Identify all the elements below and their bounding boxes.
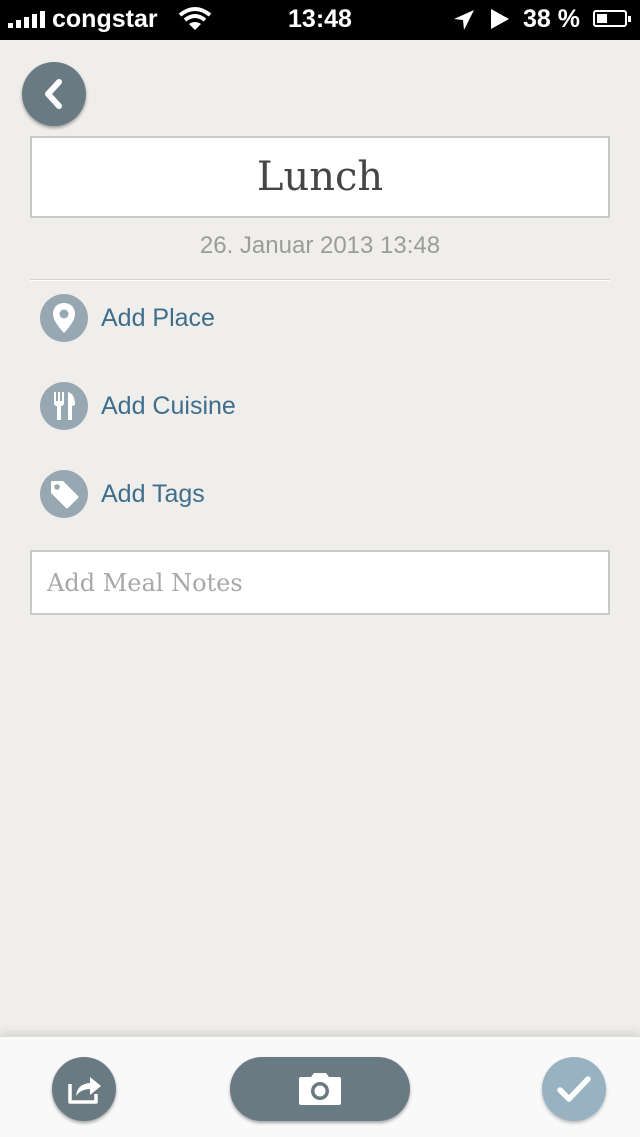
add-place-label: Add Place [101, 303, 215, 332]
meal-notes-input[interactable] [30, 550, 610, 615]
checkmark-icon [557, 1076, 591, 1102]
battery-percent: 38 % [523, 5, 580, 33]
add-place-button[interactable]: Add Place [40, 294, 215, 342]
camera-button[interactable] [230, 1057, 410, 1121]
meal-date: 26. Januar 2013 13:48 [199, 232, 441, 259]
add-cuisine-label: Add Cuisine [101, 391, 236, 420]
divider [30, 279, 610, 280]
camera-icon [299, 1073, 341, 1105]
bottom-toolbar [0, 1036, 640, 1137]
status-bar: congstar 13:48 38 % [0, 0, 640, 40]
done-button[interactable] [542, 1057, 606, 1121]
add-tags-label: Add Tags [101, 479, 205, 508]
back-button[interactable] [22, 62, 86, 126]
chevron-left-icon [45, 79, 62, 109]
add-cuisine-button[interactable]: Add Cuisine [40, 382, 236, 430]
battery-icon [593, 10, 631, 27]
share-button[interactable] [52, 1057, 116, 1121]
tag-icon [40, 470, 88, 518]
share-icon [68, 1077, 101, 1104]
map-pin-icon [40, 294, 88, 342]
play-icon [491, 9, 509, 29]
fork-knife-icon [40, 382, 88, 430]
add-tags-button[interactable]: Add Tags [40, 470, 205, 518]
meal-title[interactable]: Lunch [30, 136, 610, 218]
location-arrow-icon [454, 10, 474, 30]
